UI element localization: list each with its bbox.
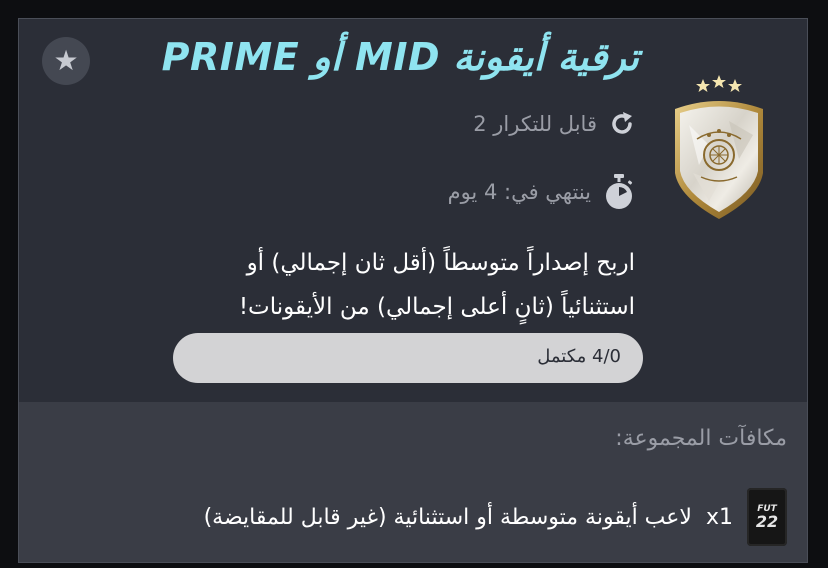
description-line: اربح إصداراً متوسطاً (أقل ثان إجمالي) أو (246, 250, 635, 276)
reward-item[interactable]: FUT 22 x1 لاعب أيقونة متوسطة أو استثنائي… (204, 488, 787, 546)
progress-label: 4/0 مكتمل (537, 346, 621, 367)
pack-year: 22 (755, 511, 779, 531)
refresh-icon (612, 112, 632, 134)
expiry-text: ينتهي في: 4 يوم (447, 180, 591, 204)
repeatable-info: قابل للتكرار 2 (473, 111, 635, 137)
objective-card: ★ ترقية أيقونة MID أو PRIME قابل للتكرار… (18, 18, 808, 563)
repeatable-text: قابل للتكرار 2 (473, 112, 597, 136)
stopwatch-icon (606, 174, 633, 209)
rewards-title: مكافآت المجموعة: (615, 426, 787, 451)
progress-bar: 4/0 مكتمل (173, 333, 643, 383)
rewards-section: مكافآت المجموعة: FUT 22 x1 لاعب أيقونة م… (19, 402, 807, 562)
objective-description: اربح إصداراً متوسطاً (أقل ثان إجمالي) أو… (115, 241, 635, 329)
star-icon: ★ (53, 44, 79, 77)
reward-quantity: x1 (705, 504, 733, 530)
objective-title: ترقية أيقونة MID أو PRIME (161, 35, 639, 79)
pack-icon: FUT 22 (747, 488, 787, 546)
reward-text: لاعب أيقونة متوسطة أو استثنائية (غير قاب… (203, 504, 692, 530)
icon-badge-image (675, 75, 763, 219)
expiry-info: ينتهي في: 4 يوم (448, 173, 635, 211)
description-line: استثنائياً (ثانٍ أعلى إجمالي) من الأيقون… (238, 294, 635, 320)
favorite-button[interactable]: ★ (42, 37, 90, 85)
